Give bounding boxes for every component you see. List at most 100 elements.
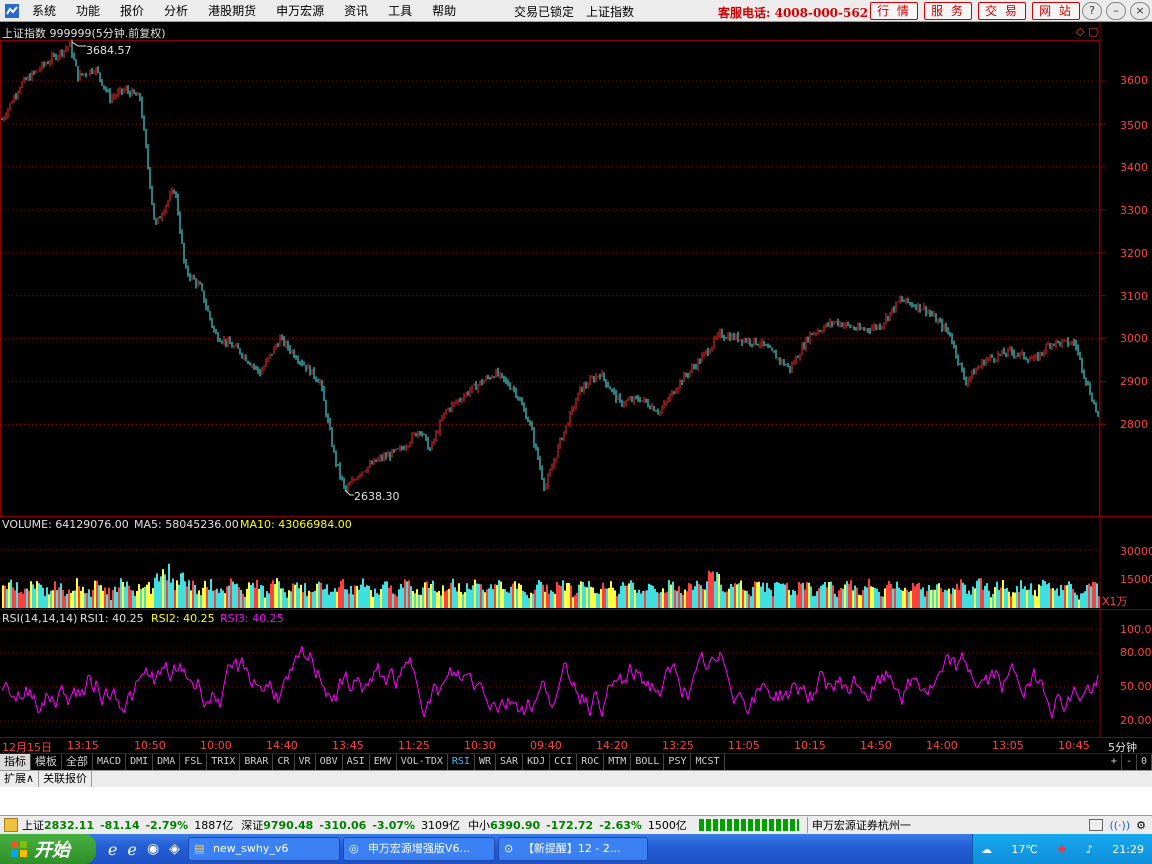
volume-bar — [4, 585, 6, 608]
close-icon[interactable]: × — [1130, 2, 1150, 20]
tab-fsl[interactable]: FSL — [180, 754, 208, 770]
tab-dma[interactable]: DMA — [153, 754, 181, 770]
app-icon[interactable]: ◈ — [169, 841, 180, 857]
menu-system[interactable]: 系统 — [22, 0, 66, 22]
volume-bar — [220, 588, 222, 608]
current-index-name: 上证指数 — [586, 4, 635, 19]
menu-function[interactable]: 功能 — [66, 0, 110, 22]
tab-dmi[interactable]: DMI — [126, 754, 154, 770]
kline-chart[interactable] — [0, 22, 1152, 738]
tab-cci[interactable]: CCI — [550, 754, 578, 770]
website-button[interactable]: 网 站 — [1032, 2, 1080, 20]
help-circle-icon[interactable]: ? — [1082, 2, 1102, 20]
volume-bar — [776, 581, 778, 608]
volume-bar — [622, 582, 624, 608]
tab-template[interactable]: 模板 — [31, 754, 62, 770]
volume-bar — [508, 592, 510, 608]
tab-reset-button[interactable]: 0 — [1137, 754, 1152, 770]
volume-bar — [502, 588, 504, 608]
volume-bar — [266, 591, 268, 608]
start-button[interactable]: 开始 — [0, 834, 96, 864]
tab-obv[interactable]: OBV — [316, 754, 343, 770]
tab-kdj[interactable]: KDJ — [523, 754, 551, 770]
tab-add-button[interactable]: + — [1107, 754, 1122, 770]
tab-vr[interactable]: VR — [295, 754, 316, 770]
tab-mcst[interactable]: MCST — [691, 754, 725, 770]
tab-brar[interactable]: BRAR — [240, 754, 274, 770]
volume-bar — [482, 589, 484, 608]
tab-vol-tdx[interactable]: VOL-TDX — [397, 754, 448, 770]
volume-bar — [1058, 595, 1060, 608]
speaker-icon[interactable]: ♪ — [1086, 843, 1093, 856]
expand-toggle[interactable]: 扩展∧ — [0, 771, 40, 787]
weather-icon[interactable]: ☁ — [981, 843, 992, 856]
task-new-reminder[interactable]: ⊙ 【新提醒】12 - 2... — [497, 837, 648, 861]
volume-bar — [138, 584, 140, 608]
trade-lock-status[interactable]: 交易已锁定 — [514, 3, 574, 20]
minimize-icon[interactable]: – — [1106, 2, 1126, 20]
volume-bar — [334, 588, 336, 608]
signal-icon[interactable]: ((·)) — [1109, 819, 1130, 832]
menu-analysis[interactable]: 分析 — [154, 0, 198, 22]
volume-bar — [788, 589, 790, 608]
volume-bar — [1054, 590, 1056, 608]
task-swhy-enhanced[interactable]: ◎ 申万宏源增强版V6... — [342, 837, 495, 861]
tab-emv[interactable]: EMV — [370, 754, 397, 770]
tray-app-icon[interactable]: ✚ — [1057, 843, 1066, 856]
volume-bar — [426, 581, 428, 608]
tab-cr[interactable]: CR — [273, 754, 295, 770]
tab-sar[interactable]: SAR — [496, 754, 524, 770]
volume-bar — [76, 578, 78, 608]
x-tick: 10:50 — [134, 739, 166, 752]
tab-asi[interactable]: ASI — [343, 754, 370, 770]
volume-bar — [1042, 579, 1044, 608]
ie-icon[interactable]: ℯ — [127, 840, 136, 859]
volume-bar — [762, 582, 764, 608]
ie-icon[interactable]: ℯ — [108, 840, 117, 859]
tab-remove-button[interactable]: - — [1122, 754, 1137, 770]
volume-bar — [796, 594, 798, 608]
menu-hk-futures[interactable]: 港股期货 — [198, 0, 266, 22]
trade-button[interactable]: 交 易 — [978, 2, 1026, 20]
volume-bar — [366, 585, 368, 608]
volume-bar — [920, 589, 922, 608]
volume-bar — [856, 587, 858, 608]
tab-boll[interactable]: BOLL — [631, 754, 665, 770]
tab-rsi[interactable]: RSI — [448, 754, 475, 770]
menu-swhy[interactable]: 申万宏源 — [266, 0, 334, 22]
menu-tools[interactable]: 工具 — [378, 0, 422, 22]
volume-bar — [446, 590, 448, 608]
volume-bar — [112, 589, 114, 608]
tab-psy[interactable]: PSY — [664, 754, 692, 770]
tab-indicator[interactable]: 指标 — [0, 754, 31, 770]
related-quote-tab[interactable]: 关联报价 — [39, 771, 93, 787]
quote-button[interactable]: 行 情 — [870, 2, 918, 20]
volume-bar — [272, 580, 274, 608]
tab-macd[interactable]: MACD — [93, 754, 127, 770]
sh-change: -81.14 — [100, 818, 140, 832]
menu-help[interactable]: 帮助 — [422, 0, 466, 22]
task-new-swhy[interactable]: ▤ new_swhy_v6 — [187, 837, 340, 861]
volume-bar — [142, 587, 144, 608]
lock-icon[interactable] — [4, 818, 18, 832]
volume-bar — [1034, 590, 1036, 608]
menu-quote[interactable]: 报价 — [110, 0, 154, 22]
volume-bar — [578, 584, 580, 608]
volume-bar — [986, 583, 988, 608]
media-icon[interactable]: ◉ — [147, 841, 159, 857]
volume-bar — [66, 593, 68, 608]
volume-bar — [378, 594, 380, 608]
volume-bar — [488, 588, 490, 608]
tab-roc[interactable]: ROC — [577, 754, 605, 770]
menu-info[interactable]: 资讯 — [334, 0, 378, 22]
chart-corner-icons[interactable]: ◇ ▢ — [1076, 25, 1098, 38]
tab-mtm[interactable]: MTM — [604, 754, 632, 770]
window-icon[interactable] — [1089, 818, 1104, 831]
tab-all[interactable]: 全部 — [62, 754, 93, 770]
tab-trix[interactable]: TRIX — [207, 754, 241, 770]
service-button[interactable]: 服 务 — [924, 2, 972, 20]
settings-icon[interactable]: ⚙ — [1136, 819, 1146, 832]
volume-bar — [580, 581, 582, 608]
tab-wr[interactable]: WR — [475, 754, 497, 770]
chart-area[interactable] — [0, 22, 1152, 738]
